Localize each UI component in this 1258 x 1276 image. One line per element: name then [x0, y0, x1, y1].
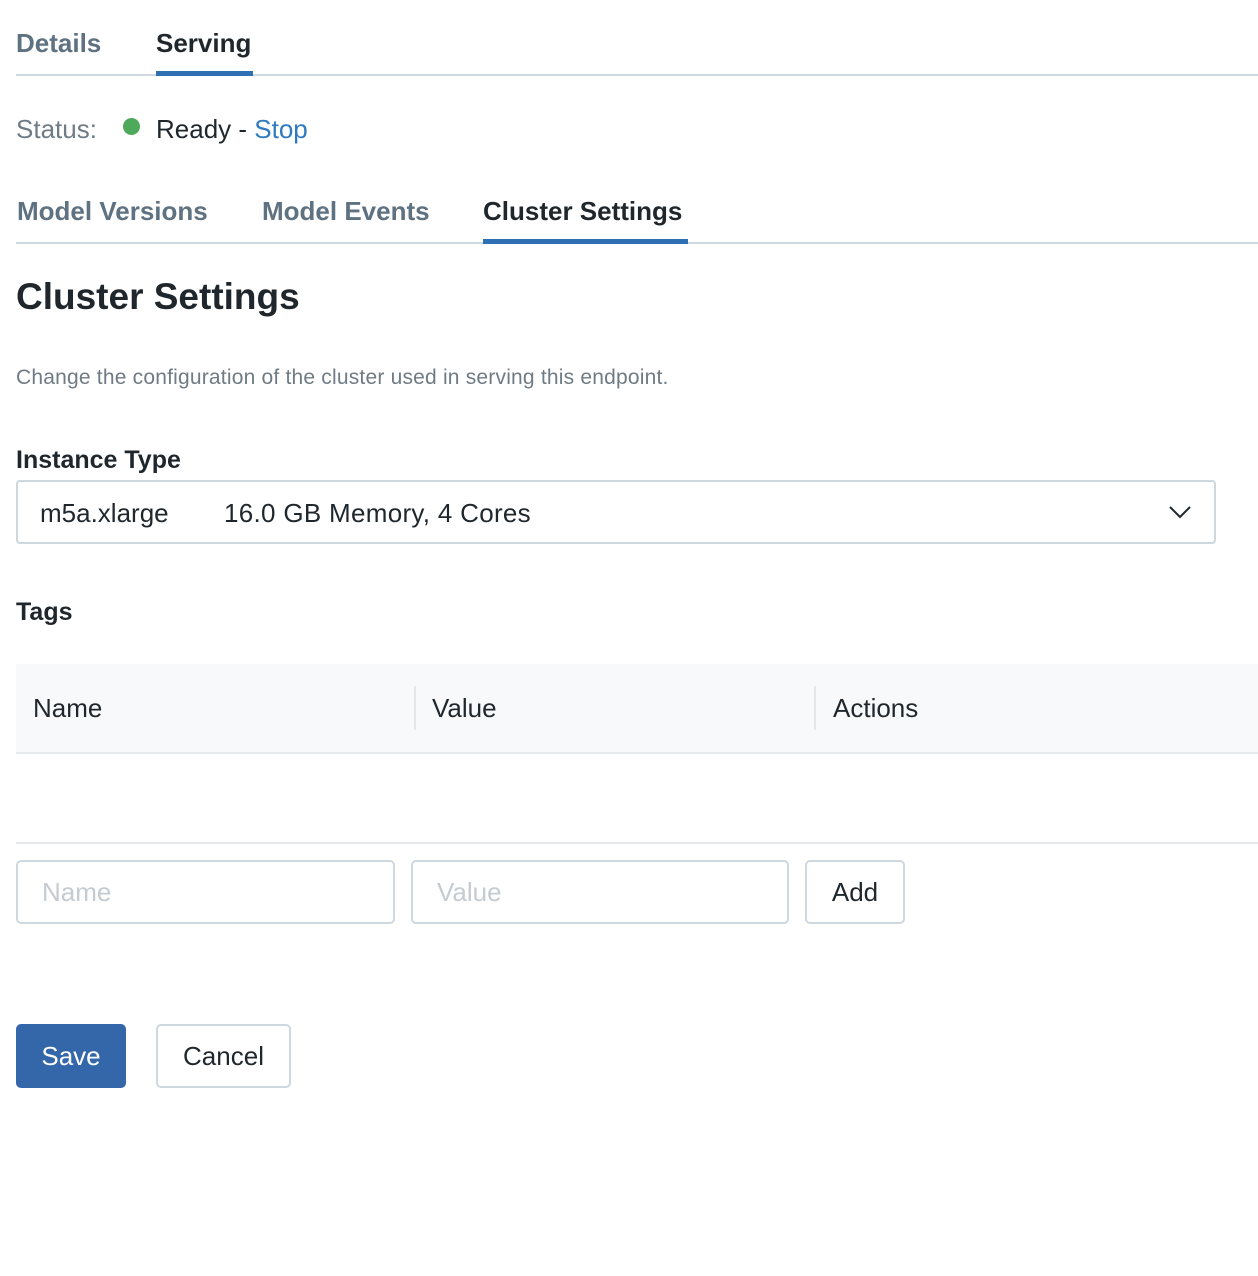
- column-header-value: Value: [432, 693, 497, 723]
- column-divider: [814, 686, 816, 730]
- tab-model-versions[interactable]: Model Versions: [17, 196, 208, 227]
- column-header-actions: Actions: [833, 693, 919, 723]
- instance-type-select[interactable]: m5a.xlarge 16.0 GB Memory, 4 Cores: [16, 480, 1216, 544]
- stop-link[interactable]: Stop: [254, 114, 308, 144]
- instance-type-label: Instance Type: [16, 446, 181, 474]
- tab-cluster-settings-underline: [483, 239, 688, 244]
- sub-tabs: Model Versions Model Events Cluster Sett…: [16, 180, 1258, 244]
- status-separator: -: [231, 114, 255, 144]
- section-description: Change the configuration of the cluster …: [16, 366, 669, 389]
- status-ready-dot-icon: [123, 118, 140, 135]
- section-title: Cluster Settings: [16, 276, 300, 317]
- save-button[interactable]: Save: [16, 1024, 126, 1088]
- add-tag-button[interactable]: Add: [805, 860, 905, 924]
- tab-serving-underline: [156, 71, 253, 76]
- top-tabs: Details Serving: [16, 0, 1258, 76]
- instance-type-value: m5a.xlarge: [40, 498, 169, 528]
- tags-table-header: Name Value Actions: [16, 664, 1258, 754]
- instance-type-detail: 16.0 GB Memory, 4 Cores: [224, 498, 531, 528]
- column-header-name: Name: [33, 693, 103, 723]
- cancel-button[interactable]: Cancel: [156, 1024, 291, 1088]
- column-divider: [414, 686, 416, 730]
- status-row: Status: Ready - Stop: [16, 112, 308, 146]
- chevron-down-icon: [1169, 506, 1191, 519]
- tab-model-events[interactable]: Model Events: [262, 196, 430, 227]
- status-text: Ready - Stop: [156, 112, 308, 146]
- tab-details[interactable]: Details: [16, 28, 101, 59]
- tag-name-input[interactable]: [16, 860, 395, 924]
- tags-label: Tags: [16, 598, 73, 626]
- tab-serving[interactable]: Serving: [156, 28, 251, 59]
- tab-cluster-settings[interactable]: Cluster Settings: [483, 196, 682, 227]
- status-label: Status:: [16, 114, 97, 144]
- status-state: Ready: [156, 114, 232, 144]
- tag-value-input[interactable]: [411, 860, 789, 924]
- tags-table-body: [16, 754, 1258, 844]
